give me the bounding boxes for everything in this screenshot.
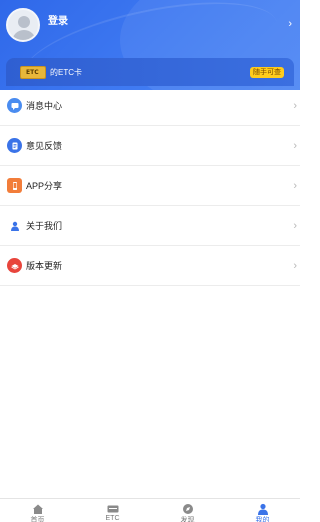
discover-icon <box>182 504 193 514</box>
menu-item-label: 意见反馈 <box>26 141 63 151</box>
tab-label: 首页 <box>30 517 45 522</box>
share-icon <box>7 178 22 193</box>
menu-item-label: 版本更新 <box>26 261 63 271</box>
update-icon <box>7 258 22 273</box>
tab-label: 发现 <box>180 517 195 522</box>
etc-card-icon: ETC <box>20 66 46 79</box>
menu-item-label: 消息中心 <box>26 101 63 111</box>
login-link[interactable]: 登录 <box>48 12 68 27</box>
profile-icon <box>257 503 268 515</box>
menu-item-version-update[interactable]: 版本更新 › <box>0 246 300 286</box>
settings-menu: 消息中心 › 意见反馈 › APP分享 › 关于我们 › 版本更新 › <box>0 86 300 286</box>
message-icon <box>7 98 22 113</box>
chevron-right-icon: › <box>293 139 297 152</box>
feedback-icon <box>7 138 22 153</box>
tab-etc[interactable]: ETC <box>75 499 150 522</box>
tab-label: 我的 <box>255 517 270 522</box>
tab-home[interactable]: 首页 <box>0 499 75 522</box>
home-icon <box>32 504 43 514</box>
chevron-right-icon: › <box>293 179 297 192</box>
chevron-right-icon: › <box>293 259 297 272</box>
tab-profile[interactable]: 我的 <box>225 499 300 522</box>
menu-item-messages[interactable]: 消息中心 › <box>0 86 300 126</box>
my-etc-card-banner[interactable]: ETC 的ETC卡 随手可查 <box>6 58 294 86</box>
etc-card-icon <box>107 505 118 513</box>
bottom-tab-bar: 首页 ETC 发现 我的 <box>0 498 300 522</box>
tab-discover[interactable]: 发现 <box>150 499 225 522</box>
chevron-right-icon: › <box>288 18 292 30</box>
quick-check-badge[interactable]: 随手可查 <box>250 67 284 78</box>
etc-card-label: 的ETC卡 <box>50 68 82 77</box>
user-icon <box>7 218 22 233</box>
chevron-right-icon: › <box>293 99 297 112</box>
tab-label: ETC <box>105 515 120 522</box>
menu-item-label: APP分享 <box>26 181 63 191</box>
menu-item-app-share[interactable]: APP分享 › <box>0 166 300 206</box>
chevron-right-icon: › <box>293 219 297 232</box>
avatar[interactable] <box>6 8 40 42</box>
menu-item-about-us[interactable]: 关于我们 › <box>0 206 300 246</box>
menu-item-feedback[interactable]: 意见反馈 › <box>0 126 300 166</box>
menu-item-label: 关于我们 <box>26 221 63 231</box>
